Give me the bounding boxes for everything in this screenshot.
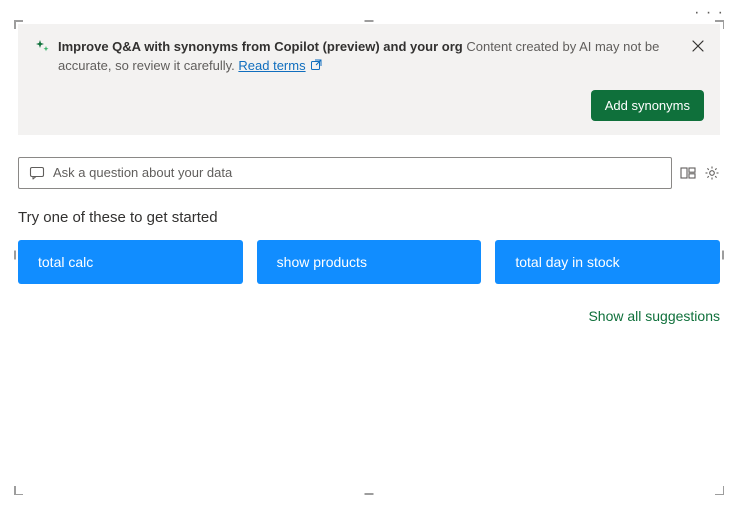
chat-icon [29,165,45,181]
ask-input[interactable] [53,165,661,180]
close-icon[interactable] [690,38,706,54]
sparkle-icon [34,39,50,55]
qna-visual: Improve Q&A with synonyms from Copilot (… [18,24,720,491]
external-link-icon [310,58,322,70]
ask-box[interactable] [18,157,672,189]
show-all-suggestions-link[interactable]: Show all suggestions [588,308,720,324]
add-synonyms-button[interactable]: Add synonyms [591,90,704,121]
convert-visual-icon[interactable] [680,165,696,181]
suggestion-chip[interactable]: total calc [18,240,243,284]
qna-visual-canvas: · · · Improve Q&A with synonyms from Cop… [0,0,738,509]
banner-title: Improve Q&A with synonyms from Copilot (… [58,39,463,54]
read-terms-link[interactable]: Read terms [238,58,305,73]
show-all-row: Show all suggestions [18,308,720,324]
more-options-button[interactable]: · · · [694,4,724,22]
suggestion-chip[interactable]: show products [257,240,482,284]
suggestions-prompt: Try one of these to get started [18,209,720,226]
gear-icon[interactable] [704,165,720,181]
ask-row [18,157,720,189]
suggestion-chips: total calc show products total day in st… [18,240,720,284]
banner-text: Improve Q&A with synonyms from Copilot (… [58,38,704,76]
copilot-synonyms-banner: Improve Q&A with synonyms from Copilot (… [18,24,720,135]
suggestion-chip[interactable]: total day in stock [495,240,720,284]
